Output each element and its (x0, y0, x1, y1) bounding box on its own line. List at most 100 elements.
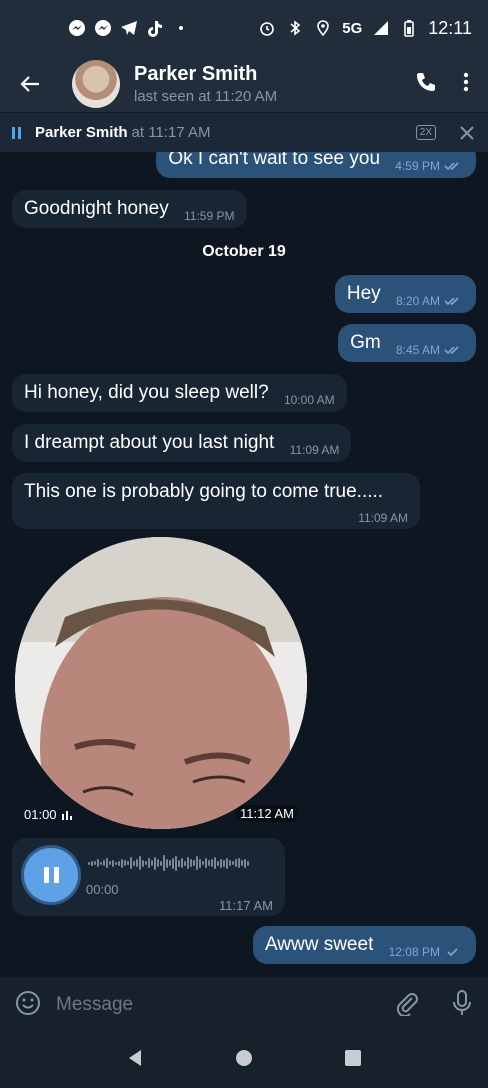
message-text: Goodnight honey (24, 198, 169, 219)
waveform-bar (181, 858, 183, 868)
date-separator: October 19 (202, 243, 286, 260)
audio-player-bar[interactable]: Parker Smith at 11:17 AM 2X (0, 112, 488, 152)
microphone-icon (453, 989, 471, 1015)
network-label: 5G (342, 19, 363, 37)
dot-icon (172, 19, 190, 37)
nav-home-button[interactable] (234, 1048, 254, 1073)
avatar[interactable] (72, 60, 120, 108)
message-time: 11:09 AM (358, 511, 408, 525)
waveform-bar (130, 857, 132, 869)
waveform-bar (127, 861, 129, 865)
waveform-bar (112, 859, 114, 867)
clock: 12:11 (428, 17, 472, 38)
waveform-bar (193, 860, 195, 866)
message-time-label: 8:20 AM (395, 294, 440, 308)
playback-speed-button[interactable]: 2X (415, 125, 436, 140)
waveform-bar (187, 857, 189, 869)
video-message[interactable] (15, 537, 307, 829)
waveform-bar (217, 860, 219, 866)
waveform-bar (145, 861, 147, 865)
waveform-bar (172, 857, 174, 869)
voice-message[interactable]: 00:00 11:17 AM (12, 838, 285, 916)
check-icon (447, 948, 458, 957)
waveform-bar (94, 861, 96, 865)
waveform-bar (157, 859, 159, 867)
waveform-bar (202, 861, 204, 865)
waveform-bar (118, 860, 120, 866)
messenger-icon (68, 19, 86, 37)
waveform-bar (175, 855, 177, 871)
waveform-bar (136, 859, 138, 867)
header-actions (414, 70, 470, 99)
message-bubble[interactable]: Ok I can't wait to see you 4:59 PM (156, 152, 476, 178)
contact-name: Parker Smith (134, 63, 258, 85)
message-text: Gm (350, 332, 381, 353)
message-text: Ok I can't wait to see you (168, 152, 381, 169)
alarm-icon (258, 19, 276, 37)
message-time: 11:09 AM (289, 443, 340, 457)
message-bubble[interactable]: Goodnight honey 11:59 PM (12, 190, 247, 228)
message-composer (0, 977, 488, 1033)
waveform-bar (106, 858, 108, 868)
message-text: Hey (346, 283, 381, 304)
waveform-bar (226, 857, 228, 869)
waveform-bar (169, 860, 171, 866)
back-button[interactable] (0, 56, 60, 112)
emoji-button[interactable] (14, 989, 42, 1022)
message-bubble[interactable]: I dreampt about you last night 11:09 AM (12, 424, 352, 462)
waveform-bar (211, 859, 213, 867)
message-input[interactable] (56, 994, 394, 1016)
message-bubble[interactable]: Hi honey, did you sleep well? 10:00 AM (12, 374, 347, 412)
close-player-button[interactable] (458, 124, 476, 142)
location-icon (314, 19, 332, 37)
messenger-icon (94, 19, 112, 37)
nav-recents-button[interactable] (343, 1048, 363, 1073)
call-button[interactable] (414, 70, 438, 99)
more-button[interactable] (462, 70, 470, 99)
system-nav-bar (0, 1033, 488, 1088)
waveform-bar (184, 860, 186, 866)
notification-icons (68, 19, 190, 37)
waveform-bar (235, 859, 237, 867)
nav-back-button[interactable] (125, 1048, 145, 1073)
waveform-bar (166, 858, 168, 868)
waveform-bar (190, 859, 192, 867)
message-time-label: 4:59 PM (395, 159, 440, 173)
message-bubble[interactable]: Hey 8:20 AM (334, 275, 476, 313)
waveform-bar (124, 860, 126, 866)
bluetooth-icon (286, 19, 304, 37)
message-time: 4:59 PM (395, 159, 464, 173)
voice-record-button[interactable] (450, 989, 474, 1022)
message-time: 11:59 PM (184, 209, 235, 223)
waveform-bar (238, 858, 240, 868)
message-text: I dreampt about you last night (24, 432, 275, 453)
message-bubble[interactable]: This one is probably going to come true.… (12, 473, 420, 529)
circle-home-icon (235, 1050, 252, 1066)
message-text: Hi honey, did you sleep well? (24, 382, 269, 403)
video-time: 11:12 AM (236, 805, 298, 822)
message-bubble[interactable]: Gm 8:45 AM (338, 324, 476, 362)
waveform-bar (199, 858, 201, 868)
waveform-bar (103, 860, 105, 866)
battery-icon (400, 19, 418, 37)
video-duration: 01:00 (24, 807, 72, 822)
waveform-bar (133, 860, 135, 866)
voice-waveform[interactable] (88, 854, 249, 872)
message-bubble[interactable]: Awww sweet 12:08 PM (252, 926, 476, 964)
contact-info[interactable]: Parker Smith last seen at 11:20 AM (134, 63, 277, 105)
triangle-back-icon (128, 1050, 141, 1066)
message-time: 12:08 PM (389, 945, 464, 959)
waveform-bar (151, 860, 153, 866)
waveform-bar (163, 855, 165, 871)
waveform-bar (97, 859, 99, 867)
voice-pause-button[interactable] (24, 848, 78, 902)
chat-area[interactable]: Ok I can't wait to see you 4:59 PM Goodn… (0, 152, 488, 977)
waveform-bar (121, 858, 123, 868)
attach-button[interactable] (394, 990, 420, 1021)
video-thumbnail (15, 537, 307, 829)
double-check-icon (444, 162, 459, 171)
audio-level-icon (61, 810, 72, 820)
waveform-bar (244, 858, 246, 868)
pause-icon[interactable] (12, 126, 21, 139)
status-bar: 5G 12:11 (0, 0, 488, 56)
